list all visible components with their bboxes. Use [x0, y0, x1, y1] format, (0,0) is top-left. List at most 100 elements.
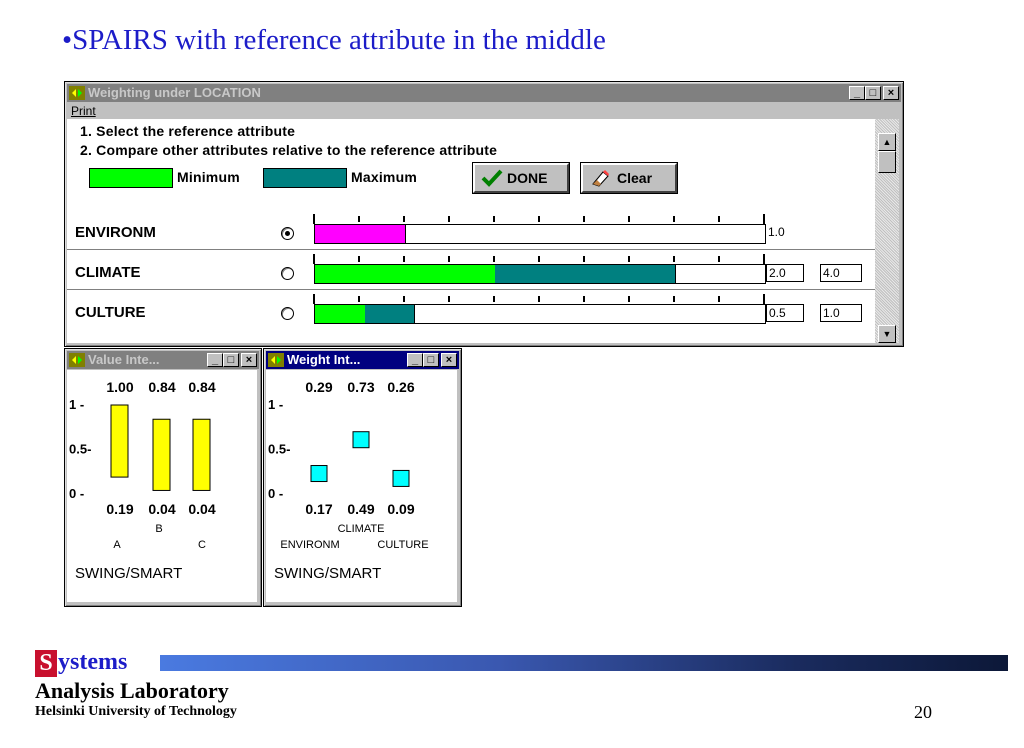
scale-tick [718, 216, 720, 222]
scale-tick [673, 256, 675, 262]
scale-tick [763, 254, 765, 264]
scroll-down-arrow-icon[interactable]: ▼ [878, 325, 896, 343]
attribute-label: ENVIRONM [75, 224, 156, 241]
maximize-button[interactable]: □ [865, 86, 881, 100]
weighting-window-titlebar[interactable]: Weighting under LOCATION _ □ × [67, 84, 901, 102]
scale-tick [358, 216, 360, 222]
instruction-1: 1. Select the reference attribute [80, 123, 296, 139]
close-button[interactable]: × [883, 86, 899, 100]
weight-marker [352, 431, 370, 449]
scale-tick [583, 216, 585, 222]
category-label: C [198, 539, 206, 551]
close-button[interactable]: × [241, 353, 257, 367]
weight-slider-track[interactable] [314, 224, 766, 244]
minimum-swatch [89, 168, 173, 188]
minimize-button[interactable]: _ [407, 353, 423, 367]
minimize-button[interactable]: _ [849, 86, 865, 100]
scale-tick [358, 296, 360, 302]
reference-radio[interactable] [281, 227, 294, 240]
reference-radio[interactable] [281, 307, 294, 320]
maximum-swatch [263, 168, 347, 188]
scale-tick [313, 294, 315, 304]
weight-slider-track[interactable] [314, 264, 766, 284]
checkmark-icon [481, 169, 503, 187]
interval-bar [152, 418, 171, 491]
scroll-thumb[interactable] [878, 151, 896, 173]
scale-tick [538, 256, 540, 262]
scale-tick [493, 256, 495, 262]
value-chart: 1 - 0.5- 0 - 1.00 0.84 0.84 0.19 0.04 0.04 A B C SWI… [69, 379, 216, 582]
app-icon [268, 353, 284, 367]
value-window: Value Inte... _ □ × 1 - 0.5- 0 - 1.00 0.84 0.… [64, 348, 262, 607]
maximize-button[interactable]: □ [223, 353, 239, 367]
scale-tick [718, 296, 720, 302]
lower-value-label: 0.04 [188, 501, 215, 517]
done-button[interactable]: DONE [473, 163, 569, 193]
reference-radio[interactable] [281, 267, 294, 280]
min-ratio-field[interactable]: 0.5 [766, 304, 804, 322]
close-button[interactable]: × [441, 353, 457, 367]
scale-tick [718, 256, 720, 262]
eraser-icon [592, 170, 609, 187]
scale-tick [583, 256, 585, 262]
y-tick-label: 1 - [69, 397, 84, 412]
weight-marker [310, 465, 328, 483]
min-ratio-field[interactable]: 1.0 [766, 224, 802, 240]
weighting-window: Weighting under LOCATION _ □ × Print 1. … [64, 81, 904, 347]
min-ratio-field[interactable]: 2.0 [766, 264, 804, 282]
max-ratio-field[interactable]: 1.0 [820, 304, 862, 322]
scale-tick [538, 296, 540, 302]
clear-button[interactable]: Clear [581, 163, 677, 193]
upper-value-label: 0.26 [387, 379, 414, 395]
reference-bar[interactable] [315, 225, 406, 243]
window-title: Weighting under LOCATION [88, 85, 261, 100]
attribute-label: CLIMATE [75, 264, 141, 281]
scale-tick [628, 296, 630, 302]
footer-gradient-bar [160, 655, 1008, 671]
upper-value-label: 0.73 [347, 379, 374, 395]
maximize-button[interactable]: □ [423, 353, 439, 367]
minimum-bar[interactable] [315, 305, 366, 323]
scale-tick [493, 296, 495, 302]
scroll-up-arrow-icon[interactable]: ▲ [878, 133, 896, 151]
y-tick-label: 0.5- [69, 442, 91, 457]
weight-window-titlebar[interactable]: Weight Int... _ □ × [266, 351, 459, 369]
window-title: Weight Int... [287, 352, 361, 367]
y-tick-label: 0.5- [268, 442, 290, 457]
category-label: CLIMATE [338, 523, 385, 535]
maximum-bar[interactable] [364, 305, 415, 323]
category-label: CULTURE [377, 539, 428, 551]
legend-minimum-label: Minimum [177, 169, 240, 185]
scale-tick [313, 254, 315, 264]
menu-print[interactable]: Print [71, 104, 96, 118]
value-window-titlebar[interactable]: Value Inte... _ □ × [67, 351, 259, 369]
vertical-scrollbar[interactable]: ▲ ▼ [875, 119, 899, 343]
weight-marker [392, 469, 410, 487]
maximum-bar[interactable] [495, 265, 676, 283]
scale-tick [403, 296, 405, 302]
scale-tick [628, 216, 630, 222]
scale-tick [628, 256, 630, 262]
weight-slider-track[interactable] [314, 304, 766, 324]
category-label: A [113, 539, 121, 551]
minimum-bar[interactable] [315, 265, 496, 283]
slide-title: •SPAIRS with reference attribute in the … [62, 24, 606, 56]
max-ratio-field[interactable]: 4.0 [820, 264, 862, 282]
clear-label: Clear [617, 170, 653, 186]
value-chart-panel: 1 - 0.5- 0 - 1.00 0.84 0.84 0.19 0.04 0.04 A B C SWI… [67, 370, 257, 602]
method-label: SWING/SMART [75, 565, 182, 582]
logo-systems-text: ystems [58, 649, 128, 675]
radio-selected-dot [285, 231, 290, 236]
minimize-button[interactable]: _ [207, 353, 223, 367]
scale-tick [358, 256, 360, 262]
lower-value-label: 0.17 [305, 501, 332, 517]
method-label: SWING/SMART [274, 565, 381, 582]
interval-bar [110, 404, 129, 478]
scale-tick [448, 256, 450, 262]
window-title: Value Inte... [88, 352, 160, 367]
page-number: 20 [914, 702, 932, 722]
lower-value-label: 0.09 [387, 501, 414, 517]
lab-name: Analysis Laboratory [35, 678, 229, 703]
row-divider [67, 249, 875, 250]
scale-tick [673, 296, 675, 302]
